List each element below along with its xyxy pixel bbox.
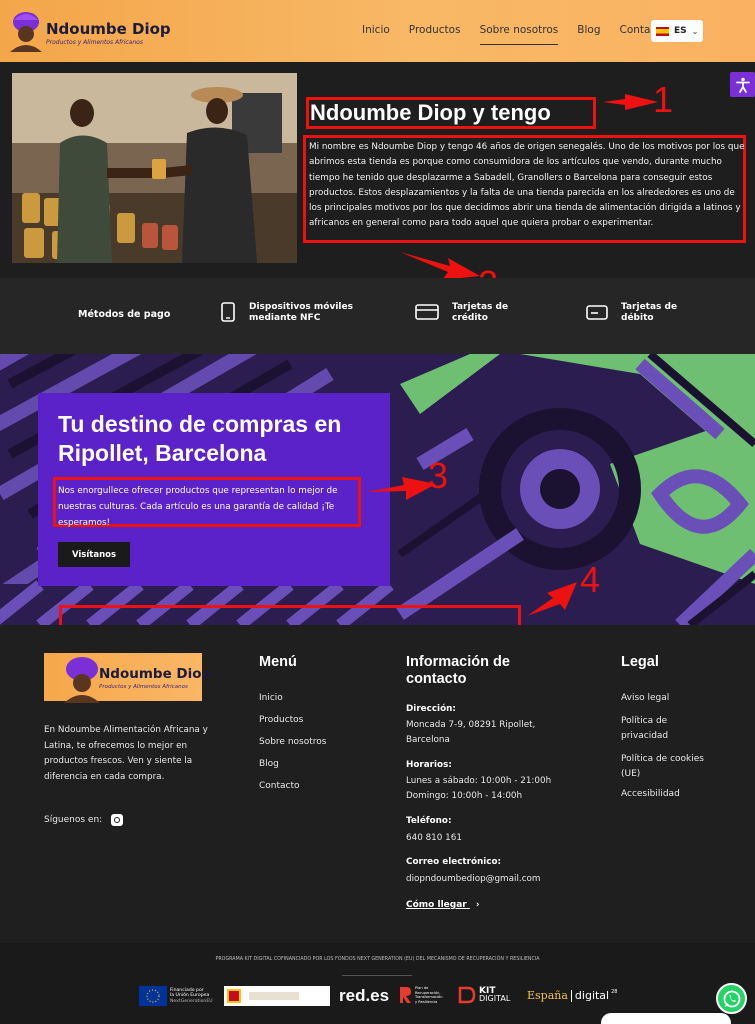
phone-icon <box>221 302 235 322</box>
hours-weekday: Lunes a sábado: 10:00h - 21:00h <box>406 776 552 786</box>
email-value[interactable]: diopndoumbediop@gmail.com <box>406 872 540 887</box>
instagram-icon[interactable] <box>111 814 124 826</box>
digital-text: digital <box>574 989 610 1002</box>
plan-text-4: y Resiliencia <box>415 999 438 1004</box>
menu-heading: Menú <box>259 654 297 670</box>
kit-text-2: DIGITAL <box>479 994 511 1003</box>
chat-prompt-bubble[interactable] <box>601 1013 731 1024</box>
chevron-down-icon: ⌄ <box>691 26 699 36</box>
plan-recuperacion-logo: Plan de Recuperación, Transformación y R… <box>398 986 443 1004</box>
language-selector[interactable]: ES ⌄ <box>651 20 703 42</box>
shop-photo <box>12 73 297 263</box>
payment-method-debit: Tarjetas de débito <box>586 302 677 324</box>
redes-logo: red.es <box>339 986 389 1006</box>
footer-brand-name: Ndoumbe Diop <box>99 666 212 682</box>
payment-method-credit-line1: Tarjetas de <box>452 302 509 312</box>
footer-link-aviso-legal[interactable]: Aviso legal <box>621 693 669 703</box>
footer-link-productos[interactable]: Productos <box>259 715 303 725</box>
eu-flag-icon <box>139 986 167 1006</box>
annotation-arrow-3 <box>366 477 436 500</box>
plan-r-icon <box>400 987 411 1004</box>
footer-logo[interactable]: Ndoumbe Diop Productos y Alimentos Afric… <box>44 653 211 703</box>
payment-method-nfc-line1: Dispositivos móviles <box>249 302 353 312</box>
spain-flag-icon <box>656 26 669 36</box>
chevron-right-icon: › <box>475 900 480 910</box>
about-title: Ndoumbe Diop y tengo <box>310 100 551 125</box>
espana-digital-logo: España digital 28 <box>527 989 617 1002</box>
brand-name: Ndoumbe Diop <box>46 20 171 38</box>
kit-digital-text: PROGRAMA KIT DIGITAL COFINANCIADO POR LO… <box>215 957 540 962</box>
payment-label: Métodos de pago <box>78 309 171 320</box>
payment-method-debit-line1: Tarjetas de <box>621 302 678 312</box>
kit-digital-icon <box>458 986 476 1004</box>
sponsor-bar <box>0 943 755 1024</box>
hours-label: Horarios: <box>406 760 452 770</box>
address-label: Dirección: <box>406 704 456 714</box>
payment-method-nfc-line2: mediante NFC <box>249 313 321 323</box>
legal-heading: Legal <box>621 654 659 670</box>
footer-link-sobre-nosotros[interactable]: Sobre nosotros <box>259 737 326 747</box>
spain-crest-icon <box>227 989 241 1003</box>
banner-text: Nos enorgullece ofrecer productos que re… <box>58 486 338 528</box>
contact-heading: Información de contacto <box>406 654 510 687</box>
divider <box>342 975 412 976</box>
phone-value[interactable]: 640 810 161 <box>406 831 462 846</box>
payment-method-credit-line2: crédito <box>452 313 488 323</box>
espana-digital-divider <box>570 989 572 1002</box>
redes-text: red.es <box>339 986 390 1005</box>
accessibility-icon[interactable] <box>730 72 755 97</box>
phone-label: Teléfono: <box>406 816 452 826</box>
banner-title: Tu destino de compras en Ripollet, Barce… <box>58 411 342 466</box>
credit-card-icon <box>415 304 439 320</box>
brand-logo[interactable]: Ndoumbe Diop Productos y Alimentos Afric… <box>6 10 171 52</box>
payment-method-credit: Tarjetas de crédito <box>415 302 508 324</box>
site-header: Ndoumbe Diop Productos y Alimentos Afric… <box>0 0 755 62</box>
brand-tagline: Productos y Alimentos Africanos <box>46 39 143 46</box>
logo-woman-icon <box>10 12 42 52</box>
main-nav: Inicio Productos Sobre nosotros Blog Con… <box>362 24 686 45</box>
nav-inicio[interactable]: Inicio <box>362 24 390 45</box>
annotation-number-3: 3 <box>428 455 449 496</box>
footer-link-blog[interactable]: Blog <box>259 759 279 769</box>
payment-method-debit-line2: débito <box>621 313 654 323</box>
footer-link-contacto[interactable]: Contacto <box>259 781 300 791</box>
follow-label: Síguenos en: <box>44 815 103 825</box>
footer-link-accesibilidad[interactable]: Accesibilidad <box>621 789 680 799</box>
email-label: Correo electrónico: <box>406 857 502 867</box>
eu-text-3: NextGenerationEU <box>170 998 213 1004</box>
nav-blog[interactable]: Blog <box>577 24 600 45</box>
espana-text: España <box>527 989 568 1002</box>
debit-card-icon <box>586 305 608 320</box>
eu-text-2: la Unión Europea <box>170 993 210 999</box>
nav-sobre-nosotros[interactable]: Sobre nosotros <box>479 24 559 45</box>
footer-link-inicio[interactable]: Inicio <box>259 693 283 703</box>
annotation-arrow-1 <box>603 94 658 110</box>
payment-methods-bar: Métodos de pago Dispositivos móviles med… <box>0 278 755 354</box>
eu-funding-logo: Financiado por la Unión Europea NextGene… <box>139 986 213 1006</box>
address-value: Moncada 7-9, 08291 Ripollet, Barcelona <box>406 720 536 745</box>
footer-link-cookies[interactable]: Política de cookies (UE) <box>621 752 716 782</box>
whatsapp-icon[interactable] <box>716 983 747 1014</box>
hours-sunday: Domingo: 10:00h - 14:00h <box>406 791 523 801</box>
visit-button[interactable]: Visítanos <box>58 542 130 567</box>
nav-productos[interactable]: Productos <box>409 24 461 45</box>
annotation-arrow-4 <box>527 582 577 616</box>
annotation-number-1: 1 <box>653 79 674 120</box>
footer-link-privacidad[interactable]: Política de privacidad <box>621 714 711 744</box>
kit-digital-logo: KIT DIGITAL <box>458 986 510 1004</box>
directions-label: Cómo llegar <box>406 900 467 910</box>
footer-brand-tagline: Productos y Alimentos Africanos <box>99 684 188 690</box>
footer-about: En Ndoumbe Alimentación Africana y Latin… <box>44 725 208 782</box>
gobierno-espana-logo <box>224 986 330 1006</box>
annotation-number-4: 4 <box>580 559 601 600</box>
digital-sup: 28 <box>611 989 618 995</box>
language-code: ES <box>674 26 687 36</box>
directions-link[interactable]: Cómo llegar › <box>406 900 480 910</box>
about-text: Mi nombre es Ndoumbe Diop y tengo 46 año… <box>309 142 745 229</box>
payment-method-nfc: Dispositivos móviles mediante NFC <box>220 302 353 324</box>
follow-us: Síguenos en: <box>44 814 124 826</box>
